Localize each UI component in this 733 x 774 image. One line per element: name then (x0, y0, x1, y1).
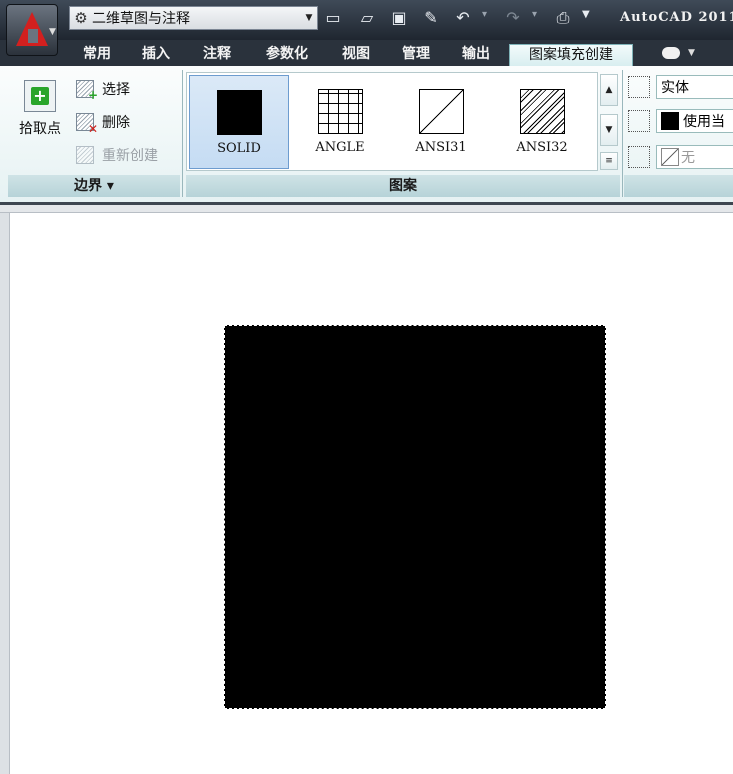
chevron-down-icon: ▼ (305, 13, 313, 23)
open-folder-icon[interactable]: ▱ (356, 8, 378, 30)
plot-icon[interactable]: ⎙ (552, 8, 574, 30)
pattern-label: ANSI31 (415, 140, 467, 155)
hatch-color-row: 使用当 (628, 108, 733, 134)
ribbon-tab-bar: 常用 插入 注释 参数化 视图 管理 输出 图案填充创建 ▼ (0, 40, 733, 66)
recreate-boundary-icon (76, 146, 94, 164)
workspace-dropdown[interactable]: ⚙ 二维草图与注释 ▼ (69, 6, 318, 30)
app-title: AutoCAD 2011 (620, 10, 733, 25)
save-as-icon[interactable]: ✎ (420, 8, 442, 30)
redo-icon[interactable]: ↷ (502, 8, 524, 30)
ansi31-pattern-icon (418, 89, 464, 134)
tab-parametric[interactable]: 参数化 (256, 44, 318, 66)
tab-insert[interactable]: 插入 (134, 44, 178, 66)
workspace-label: 二维草图与注释 (92, 11, 190, 27)
pattern-angle[interactable]: ANGLE (290, 75, 390, 169)
hatch-type-row: 实体 (628, 74, 733, 100)
pick-points-label: 拾取点 (19, 121, 61, 137)
hatch-color-dropdown[interactable]: 使用当 (656, 109, 733, 133)
no-color-icon (661, 148, 679, 166)
hatch-color-icon (628, 110, 650, 132)
hatch-color-value: 使用当 (683, 114, 725, 130)
pattern-panel-title: 图案 (186, 175, 620, 197)
recreate-label: 重新创建 (102, 148, 158, 164)
solid-pattern-icon (216, 90, 262, 135)
pattern-label: ANSI32 (516, 140, 568, 155)
remove-label: 删除 (102, 115, 130, 131)
gear-icon: ⚙ (74, 9, 88, 27)
tab-view[interactable]: 视图 (334, 44, 378, 66)
select-label: 选择 (102, 82, 130, 98)
hatch-type-dropdown[interactable]: 实体 (656, 75, 733, 99)
hatch-type-value: 实体 (661, 80, 689, 96)
hatch-type-icon (628, 76, 650, 98)
select-boundary-button[interactable]: + 选择 (76, 78, 130, 102)
panel-divider (182, 70, 183, 197)
tab-annotate[interactable]: 注释 (195, 44, 239, 66)
gallery-scroll-up-icon[interactable]: ▲ (600, 74, 618, 106)
ribbon-display-toggle-icon[interactable] (662, 47, 680, 59)
background-color-icon (628, 146, 650, 168)
gallery-scroll-down-icon[interactable]: ▼ (600, 114, 618, 146)
tab-home[interactable]: 常用 (75, 44, 119, 66)
ribbon-panel: + 拾取点 + 选择 ✕ 删除 重新创建 边界 ▾ SOLID ANGLE AN… (0, 66, 733, 205)
tab-output[interactable]: 输出 (454, 44, 498, 66)
properties-panel-title (624, 175, 733, 197)
pattern-ansi32[interactable]: ANSI32 (492, 75, 592, 169)
save-icon[interactable]: ▣ (388, 8, 410, 30)
tab-hatch-creation[interactable]: 图案填充创建 (509, 44, 633, 66)
title-bar: ⚙ 二维草图与注释 ▼ ▭ ▱ ▣ ✎ ↶ ▾ ↷ ▾ ⎙ ▼ AutoCAD … (0, 0, 733, 40)
pattern-label: ANGLE (315, 140, 365, 155)
application-menu-button[interactable]: ▼ (6, 4, 58, 56)
gallery-expand-icon[interactable]: ≡ (600, 152, 618, 170)
pick-points-button[interactable]: + 拾取点 (12, 80, 68, 150)
select-objects-icon: + (76, 80, 98, 102)
customize-qat-icon[interactable]: ▼ (582, 9, 590, 20)
solid-hatch-preview[interactable] (224, 325, 606, 709)
boundaries-panel-title[interactable]: 边界 ▾ (8, 175, 180, 197)
recreate-boundary-button[interactable]: 重新创建 (76, 144, 158, 166)
pattern-ansi31[interactable]: ANSI31 (391, 75, 491, 169)
undo-icon[interactable]: ↶ (452, 8, 474, 30)
remove-boundary-button[interactable]: ✕ 删除 (76, 111, 130, 136)
tab-manage[interactable]: 管理 (394, 44, 438, 66)
remove-boundary-icon: ✕ (76, 113, 98, 136)
pick-point-icon: + (24, 80, 56, 112)
redo-dropdown-icon[interactable]: ▾ (532, 9, 537, 20)
pattern-solid[interactable]: SOLID (189, 75, 289, 169)
new-file-icon[interactable]: ▭ (322, 8, 344, 30)
pattern-label: SOLID (217, 141, 261, 156)
chevron-down-icon[interactable]: ▼ (688, 48, 695, 58)
panel-divider (622, 70, 623, 197)
undo-dropdown-icon[interactable]: ▾ (482, 9, 487, 20)
background-color-row: 无 (628, 144, 733, 170)
ansi32-pattern-icon (519, 89, 565, 134)
color-swatch-icon (661, 112, 679, 130)
chevron-down-icon: ▼ (49, 27, 56, 37)
background-color-dropdown[interactable]: 无 (656, 145, 733, 169)
angle-pattern-icon (317, 89, 363, 134)
background-color-value: 无 (681, 150, 695, 166)
pattern-gallery: SOLID ANGLE ANSI31 ANSI32 (186, 72, 598, 171)
canvas-top-border (0, 205, 733, 213)
canvas-left-border (0, 213, 10, 774)
